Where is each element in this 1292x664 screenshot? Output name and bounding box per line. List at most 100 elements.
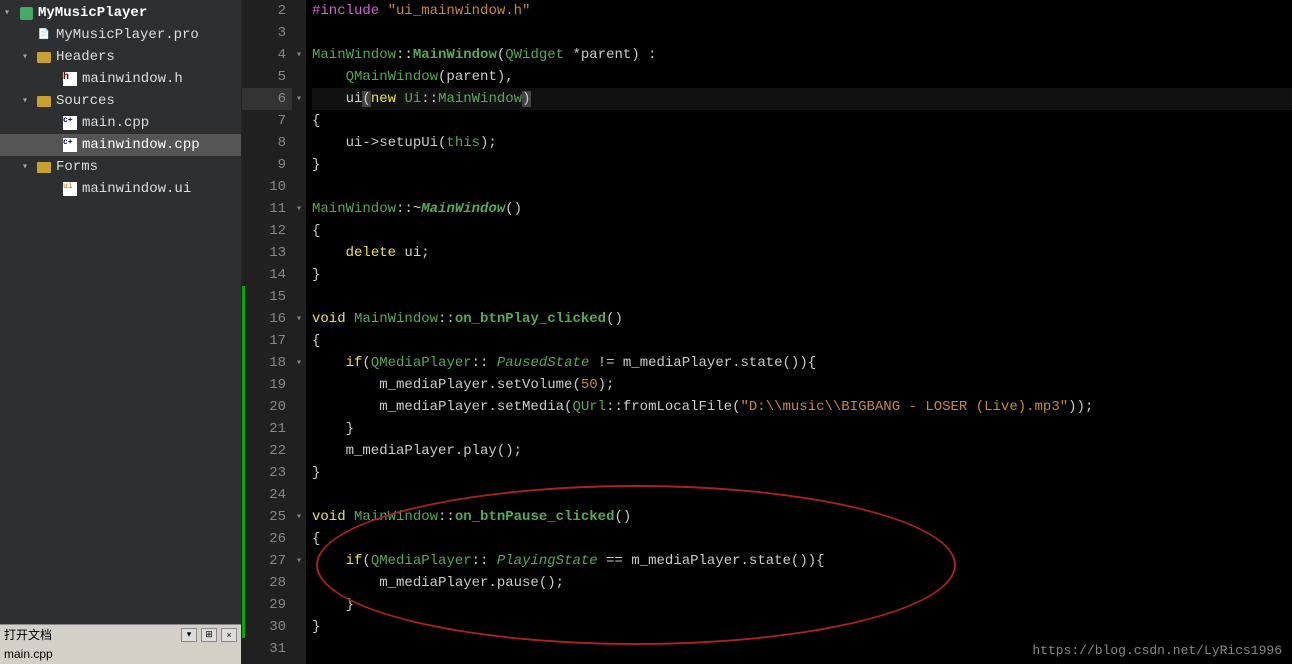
close-button[interactable]: × [221,628,237,642]
chevron-down-icon[interactable]: ▾ [22,95,36,107]
code-line[interactable]: QMainWindow(parent), [312,66,1292,88]
line-number[interactable]: 25 [242,506,292,528]
fold-marker[interactable] [292,484,306,506]
code-line[interactable]: } [312,154,1292,176]
fold-marker[interactable] [292,396,306,418]
line-number[interactable]: 23 [242,462,292,484]
line-number[interactable]: 15 [242,286,292,308]
project-tree[interactable]: ▾ MyMusicPlayer 📄 MyMusicPlayer.pro ▾ He… [0,0,241,624]
open-file-label[interactable]: main.cpp [4,647,53,661]
line-number[interactable]: 6 [242,88,292,110]
header-file[interactable]: h mainwindow.h [0,68,241,90]
line-number[interactable]: 12 [242,220,292,242]
line-number[interactable]: 22 [242,440,292,462]
line-number[interactable]: 16 [242,308,292,330]
source-file-main[interactable]: c+ main.cpp [0,112,241,134]
fold-marker[interactable] [292,374,306,396]
fold-marker[interactable] [292,242,306,264]
fold-marker[interactable]: ▾ [292,506,306,528]
fold-marker[interactable]: ▾ [292,352,306,374]
line-number[interactable]: 31 [242,638,292,660]
fold-marker[interactable] [292,528,306,550]
line-number[interactable]: 9 [242,154,292,176]
code-line[interactable]: } [312,264,1292,286]
line-number[interactable]: 13 [242,242,292,264]
fold-marker[interactable] [292,638,306,660]
line-number[interactable]: 2 [242,0,292,22]
code-line[interactable]: MainWindow::MainWindow(QWidget *parent) … [312,44,1292,66]
line-number[interactable]: 27 [242,550,292,572]
code-line[interactable] [312,484,1292,506]
code-area[interactable]: #include "ui_mainwindow.h"MainWindow::Ma… [306,0,1292,664]
fold-marker[interactable] [292,418,306,440]
code-line[interactable]: m_mediaPlayer.setMedia(QUrl::fromLocalFi… [312,396,1292,418]
line-number[interactable]: 29 [242,594,292,616]
code-line[interactable]: if(QMediaPlayer:: PausedState != m_media… [312,352,1292,374]
dropdown-button[interactable]: ▾ [181,628,197,642]
chevron-down-icon[interactable]: ▾ [22,51,36,63]
fold-marker[interactable] [292,440,306,462]
code-line[interactable]: { [312,528,1292,550]
fold-marker[interactable] [292,264,306,286]
chevron-down-icon[interactable]: ▾ [22,161,36,173]
fold-marker[interactable] [292,616,306,638]
fold-marker[interactable] [292,286,306,308]
line-number[interactable]: 5 [242,66,292,88]
fold-marker[interactable] [292,0,306,22]
code-line[interactable]: if(QMediaPlayer:: PlayingState == m_medi… [312,550,1292,572]
sources-folder[interactable]: ▾ Sources [0,90,241,112]
line-number[interactable]: 26 [242,528,292,550]
fold-marker[interactable] [292,110,306,132]
line-number[interactable]: 28 [242,572,292,594]
code-line[interactable]: { [312,220,1292,242]
fold-column[interactable]: ▾ ▾ ▾ ▾ ▾ ▾ ▾ [292,0,306,664]
forms-folder[interactable]: ▾ Forms [0,156,241,178]
code-line[interactable]: } [312,616,1292,638]
code-line[interactable]: } [312,418,1292,440]
fold-marker[interactable]: ▾ [292,308,306,330]
fold-marker[interactable] [292,330,306,352]
code-line[interactable]: m_mediaPlayer.play(); [312,440,1292,462]
fold-marker[interactable]: ▾ [292,88,306,110]
code-line[interactable]: void MainWindow::on_btnPlay_clicked() [312,308,1292,330]
fold-marker[interactable] [292,22,306,44]
line-number[interactable]: 19 [242,374,292,396]
fold-marker[interactable] [292,66,306,88]
line-number[interactable]: 10 [242,176,292,198]
code-line[interactable] [312,286,1292,308]
line-number[interactable]: 17 [242,330,292,352]
line-number[interactable]: 20 [242,396,292,418]
chevron-down-icon[interactable]: ▾ [4,7,18,19]
source-file-mainwindow[interactable]: c+ mainwindow.cpp [0,134,241,156]
code-line[interactable]: #include "ui_mainwindow.h" [312,0,1292,22]
code-line[interactable]: void MainWindow::on_btnPause_clicked() [312,506,1292,528]
code-line[interactable]: delete ui; [312,242,1292,264]
project-root[interactable]: ▾ MyMusicPlayer [0,2,241,24]
fold-marker[interactable] [292,220,306,242]
line-number[interactable]: 14 [242,264,292,286]
fold-marker[interactable] [292,462,306,484]
line-number[interactable]: 8 [242,132,292,154]
line-number[interactable]: 21 [242,418,292,440]
pro-file[interactable]: 📄 MyMusicPlayer.pro [0,24,241,46]
fold-marker[interactable] [292,132,306,154]
form-file[interactable]: ui mainwindow.ui [0,178,241,200]
fold-marker[interactable]: ▾ [292,550,306,572]
code-editor[interactable]: 2345678910111213141516171819202122232425… [242,0,1292,664]
code-line[interactable]: } [312,594,1292,616]
code-line[interactable]: } [312,462,1292,484]
line-number[interactable]: 24 [242,484,292,506]
fold-marker[interactable]: ▾ [292,44,306,66]
line-number[interactable]: 3 [242,22,292,44]
code-line[interactable] [312,176,1292,198]
fold-marker[interactable]: ▾ [292,198,306,220]
line-number[interactable]: 7 [242,110,292,132]
code-line[interactable]: m_mediaPlayer.setVolume(50); [312,374,1292,396]
fold-marker[interactable] [292,176,306,198]
headers-folder[interactable]: ▾ Headers [0,46,241,68]
fold-marker[interactable] [292,154,306,176]
line-number[interactable]: 4 [242,44,292,66]
code-line[interactable]: MainWindow::~MainWindow() [312,198,1292,220]
code-line[interactable]: { [312,110,1292,132]
fold-marker[interactable] [292,594,306,616]
